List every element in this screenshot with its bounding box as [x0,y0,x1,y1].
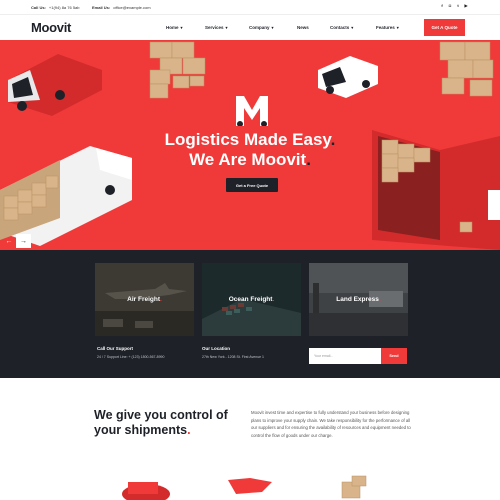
arrow-left-icon: ← [5,237,13,245]
hero-logo-icon [236,96,268,126]
call-number[interactable]: +1(94) 8a 76 5ab [49,5,80,10]
hero-title: Logistics Made Easy. We Are Moovit. [164,130,336,169]
service-label: Air Freight [127,296,161,303]
email-address[interactable]: office@example.com [113,5,150,10]
nav-company-label: Company [249,25,270,30]
location-info: Our Location 27th New York - 1208 St. Fi… [202,346,264,359]
email-us[interactable]: Email Us: office@example.com [92,5,151,10]
instagram-icon[interactable]: ◘ [448,4,452,8]
slider-prev-button[interactable]: ← [2,234,16,248]
email-label: Email Us: [92,5,111,10]
newsletter-email-input[interactable]: Your email... [309,348,381,364]
support-text[interactable]: 24 / 7 Support Line: + (123) 1800-567-89… [97,355,164,359]
nav-company[interactable]: Company ▾ [249,25,297,30]
service-label: Land Express [336,296,379,303]
service-card-ocean-freight[interactable]: Ocean Freight. [202,263,301,336]
social-links: f ◘ t ▶ [440,4,468,8]
chevron-down-icon: ▾ [351,25,354,30]
send-button[interactable]: Send [381,348,407,364]
about-description: Moovit invest time and expertise to full… [251,410,411,439]
call-us[interactable]: Call Us: +1(94) 8a 76 5ab [31,5,80,10]
site-logo[interactable]: Moovit [31,20,71,35]
top-bar: Call Us: +1(94) 8a 76 5ab Email Us: office… [0,0,500,14]
nav-news-label: News [297,25,309,30]
delivery-van-illustration [8,54,102,116]
location-title: Our Location [202,346,230,351]
support-info: Call Our Support 24 / 7 Support Line: + … [97,346,164,359]
call-label: Call Us: [31,5,46,10]
logo-text: Moovit [31,20,72,35]
get-quote-button[interactable]: Get A Quote [424,19,465,36]
nav-services-label: Services [205,25,224,30]
nav-contacts-label: Contacts [330,25,350,30]
email-placeholder: Your email... [314,354,334,358]
slider-next-button[interactable]: → [16,234,31,248]
main-header: Moovit Home ▾ Services ▾ Company ▾ News Con… [0,14,500,40]
map-illustration [228,478,272,494]
about-title-line2: your shipments [94,423,188,437]
service-label: Ocean Freight [228,296,273,303]
services-section: Air Freight. Ocean Freight. Land Express… [0,250,500,378]
nav-home[interactable]: Home ▾ [166,25,205,30]
facebook-icon[interactable]: f [440,4,444,8]
chevron-down-icon: ▾ [225,25,228,30]
main-nav: Home ▾ Services ▾ Company ▾ News Contacts ▾ … [166,25,416,30]
hero-title-line2: We Are Moovit [189,150,307,169]
van-illustration [318,56,378,98]
service-card-land-express[interactable]: Land Express. [309,263,408,336]
chevron-down-icon: ▾ [396,25,399,30]
location-text: 27th New York - 1208 St. First Avenue 1 [202,355,265,359]
box-illustration [341,475,367,499]
free-quote-button[interactable]: Get a Free Quote [226,178,278,192]
about-title-line1: We give you control of [94,408,228,422]
hero-title-line1: Logistics Made Easy [164,130,331,149]
truck-illustration [122,482,170,500]
chevron-down-icon: ▾ [180,25,183,30]
youtube-icon[interactable]: ▶ [464,4,468,8]
support-title: Call Our Support [97,346,133,351]
chevron-down-icon: ▾ [271,25,274,30]
nav-services[interactable]: Services ▾ [205,25,249,30]
nav-features-label: Features [376,25,395,30]
nav-home-label: Home [166,25,179,30]
service-card-air-freight[interactable]: Air Freight. [95,263,194,336]
nav-features[interactable]: Features ▾ [376,25,416,30]
twitter-icon[interactable]: t [456,4,460,8]
nav-news[interactable]: News [297,25,330,30]
nav-contacts[interactable]: Contacts ▾ [330,25,376,30]
arrow-right-icon: → [20,237,27,245]
features-illustrations [122,475,367,500]
hero-slider: Logistics Made Easy. We Are Moovit. Get … [0,40,500,250]
about-section: We give you control of your shipments. M… [0,378,500,500]
about-title: We give you control of your shipments. [94,408,228,437]
